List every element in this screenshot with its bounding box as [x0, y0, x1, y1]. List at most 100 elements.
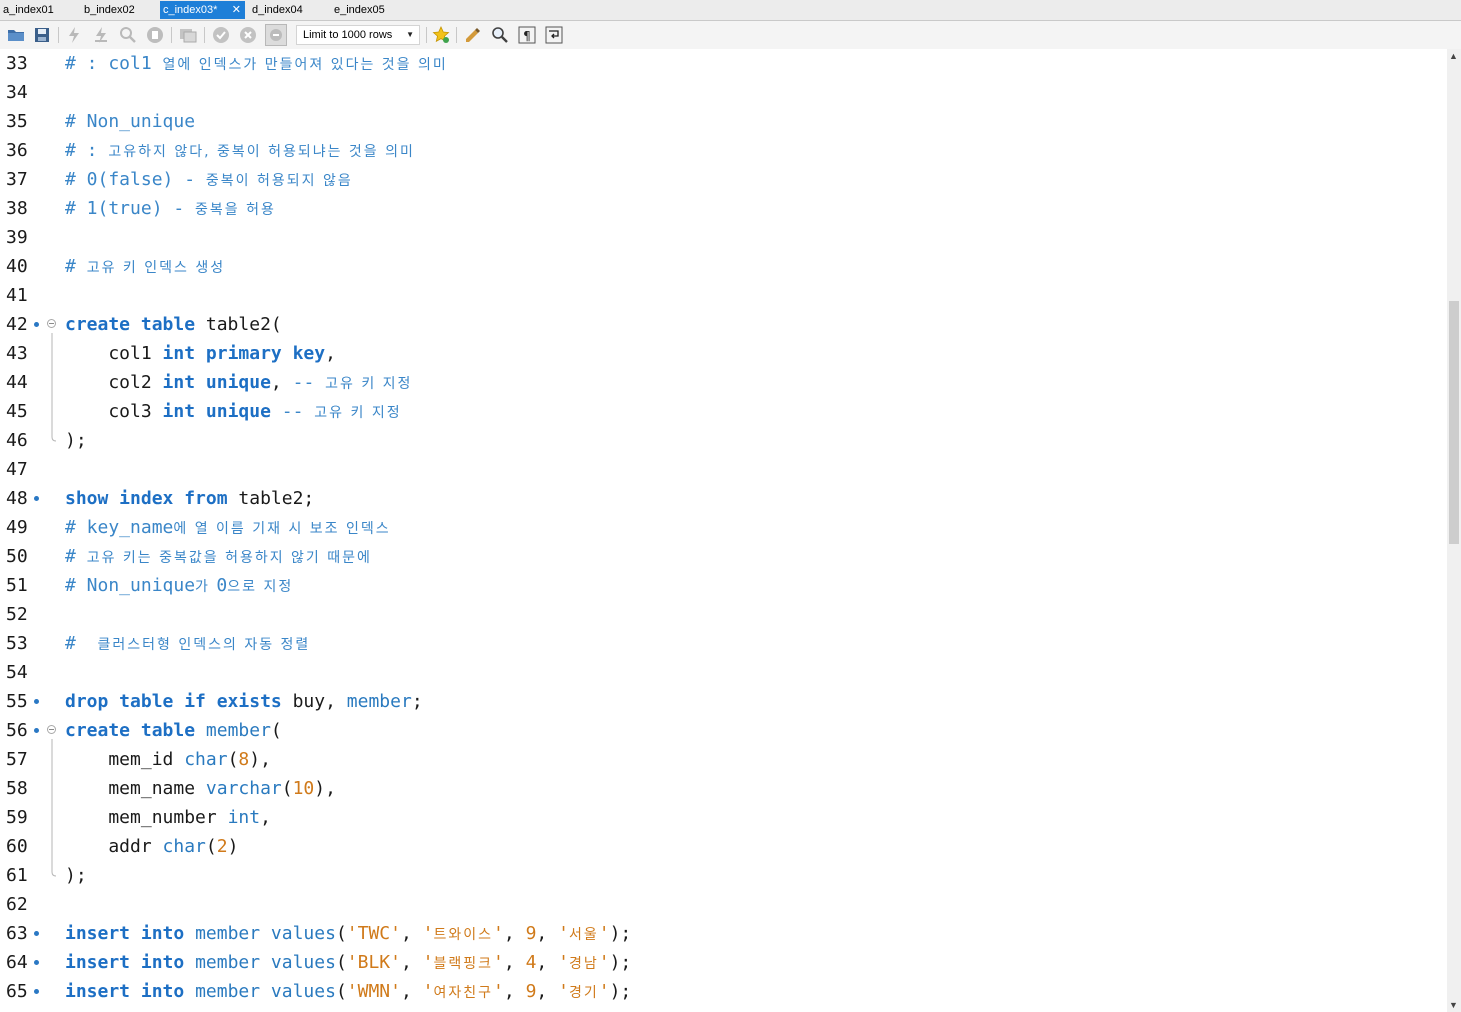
- line-number: 59: [6, 807, 28, 828]
- code-token: ': [422, 923, 434, 944]
- code-line[interactable]: 48 show index from table2;: [0, 484, 1447, 513]
- code-text: # Non_unique: [65, 107, 195, 136]
- tab-d-index04[interactable]: d_index04: [249, 1, 329, 19]
- execute-current-icon[interactable]: [91, 25, 111, 45]
- code-line[interactable]: 33 # : col1 열에 인덱스가 만들어져 있다는 것을 의미: [0, 49, 1447, 78]
- code-line[interactable]: 52: [0, 600, 1447, 629]
- code-line[interactable]: 60 addr char(2): [0, 832, 1447, 861]
- rollback-icon[interactable]: [238, 25, 258, 45]
- find-icon[interactable]: [490, 25, 510, 45]
- fold-toggle-icon[interactable]: [47, 725, 56, 734]
- close-icon[interactable]: ✕: [232, 1, 241, 19]
- toggle-output-icon[interactable]: [178, 25, 198, 45]
- code-line[interactable]: 65 insert into member values('WMN', '여자친구…: [0, 977, 1447, 1006]
- code-text: # : 고유하지 않다, 중복이 허용되냐는 것을 의미: [65, 136, 415, 167]
- code-token: 2: [216, 836, 228, 857]
- code-line[interactable]: 44 col2 int unique, -- 고유 키 지정: [0, 368, 1447, 397]
- code-line[interactable]: 58 mem_name varchar(10),: [0, 774, 1447, 803]
- code-line[interactable]: 62: [0, 890, 1447, 919]
- execute-icon[interactable]: [64, 25, 84, 45]
- code-token: table2;: [227, 488, 315, 509]
- code-token: col2: [65, 372, 163, 393]
- code-token: );: [65, 430, 87, 451]
- code-line[interactable]: 49 # key_name에 열 이름 기재 시 보조 인덱스: [0, 513, 1447, 542]
- vertical-scrollbar[interactable]: ▲ ▼: [1447, 49, 1461, 1012]
- code-token: ,: [400, 952, 423, 973]
- stop-icon[interactable]: [145, 25, 165, 45]
- tab-c-index03[interactable]: c_index03* ✕: [160, 1, 245, 19]
- scrollbar-thumb[interactable]: [1449, 301, 1459, 544]
- code-line[interactable]: 45 col3 int unique -- 고유 키 지정: [0, 397, 1447, 426]
- code-token: char: [184, 749, 228, 770]
- code-line[interactable]: 39: [0, 223, 1447, 252]
- bookmark-star-icon[interactable]: [431, 25, 451, 45]
- scroll-up-icon[interactable]: ▲: [1449, 51, 1458, 61]
- code-line[interactable]: 46);: [0, 426, 1447, 455]
- line-number: 48: [6, 488, 28, 509]
- fold-toggle-icon[interactable]: [47, 319, 56, 328]
- tab-a-index01[interactable]: a_index01: [0, 1, 80, 19]
- code-line[interactable]: 34: [0, 78, 1447, 107]
- line-number: 44: [6, 372, 28, 393]
- code-line[interactable]: 43 col1 int primary key,: [0, 339, 1447, 368]
- code-line[interactable]: 37 # 0(false) - 중복이 허용되지 않음: [0, 165, 1447, 194]
- code-token: ,: [400, 923, 423, 944]
- code-token: # 0(false) -: [65, 169, 206, 190]
- code-token: ,: [503, 952, 526, 973]
- code-line[interactable]: 38 # 1(true) - 중복을 허용: [0, 194, 1447, 223]
- code-line[interactable]: 47: [0, 455, 1447, 484]
- tab-label: c_index03*: [163, 4, 218, 16]
- code-text: insert into member values('WMN', '여자친구',…: [65, 977, 631, 1008]
- toolbar-divider: [58, 27, 59, 43]
- code-token: ': [598, 923, 610, 944]
- code-text: # 0(false) - 중복이 허용되지 않음: [65, 165, 353, 196]
- code-line[interactable]: 54: [0, 658, 1447, 687]
- code-line[interactable]: 57 mem_id char(8),: [0, 745, 1447, 774]
- code-line[interactable]: 50 # 고유 키는 중복값을 허용하지 않기 때문에: [0, 542, 1447, 571]
- scroll-down-icon[interactable]: ▼: [1449, 1000, 1458, 1010]
- toolbar-divider: [426, 27, 427, 43]
- code-token: int: [227, 807, 261, 828]
- auto-commit-icon[interactable]: [265, 24, 287, 46]
- save-icon[interactable]: [32, 25, 52, 45]
- code-line[interactable]: 55 drop table if exists buy, member;: [0, 687, 1447, 716]
- code-token: ,: [260, 807, 271, 828]
- commit-icon[interactable]: [211, 25, 231, 45]
- line-number: 65: [6, 981, 28, 1002]
- code-token: mem_id: [65, 749, 185, 770]
- code-line[interactable]: 42 create table table2(: [0, 310, 1447, 339]
- code-token: varchar: [205, 778, 282, 799]
- invisible-chars-icon[interactable]: ¶: [517, 25, 537, 45]
- sql-editor[interactable]: 33 # : col1 열에 인덱스가 만들어져 있다는 것을 의미 34 35 # N…: [0, 49, 1447, 1012]
- code-line[interactable]: 40 # 고유 키 인덱스 생성: [0, 252, 1447, 281]
- code-line[interactable]: 36 # : 고유하지 않다, 중복이 허용되냐는 것을 의미: [0, 136, 1447, 165]
- code-line[interactable]: 35 # Non_unique: [0, 107, 1447, 136]
- line-number: 64: [6, 952, 28, 973]
- code-line[interactable]: 53 # 클러스터형 인덱스의 자동 정렬: [0, 629, 1447, 658]
- explain-icon[interactable]: [118, 25, 138, 45]
- code-text: drop table if exists buy, member;: [65, 687, 423, 716]
- limit-rows-select[interactable]: Limit to 1000 rows ▼: [296, 25, 420, 45]
- code-line[interactable]: 63 insert into member values('TWC', '트와이스…: [0, 919, 1447, 948]
- code-token: # key_name: [65, 517, 174, 538]
- code-line[interactable]: 59 mem_number int,: [0, 803, 1447, 832]
- code-text: # 고유 키는 중복값을 허용하지 않기 때문에: [65, 542, 372, 573]
- code-line[interactable]: 64 insert into member values('BLK', '블랙핑크…: [0, 948, 1447, 977]
- code-token: 중복을 허용: [195, 202, 276, 218]
- code-token: );: [609, 981, 632, 1002]
- code-line[interactable]: 56 create table member(: [0, 716, 1447, 745]
- code-token: 고유 키는 중복값을 허용하지 않기 때문에: [86, 550, 372, 566]
- word-wrap-icon[interactable]: [544, 25, 564, 45]
- code-text: # 고유 키 인덱스 생성: [65, 252, 225, 283]
- code-line[interactable]: 51 # Non_unique가 0으로 지정: [0, 571, 1447, 600]
- code-token: 고유 키 인덱스 생성: [86, 260, 226, 276]
- tab-e-index05[interactable]: e_index05: [331, 1, 411, 19]
- code-line[interactable]: 41: [0, 281, 1447, 310]
- open-file-icon[interactable]: [6, 25, 26, 45]
- beautify-icon[interactable]: [463, 25, 483, 45]
- code-token: --: [281, 401, 315, 422]
- line-number: 35: [6, 111, 28, 132]
- toolbar-divider: [204, 27, 205, 43]
- tab-b-index02[interactable]: b_index02: [81, 1, 159, 19]
- code-line[interactable]: 61);: [0, 861, 1447, 890]
